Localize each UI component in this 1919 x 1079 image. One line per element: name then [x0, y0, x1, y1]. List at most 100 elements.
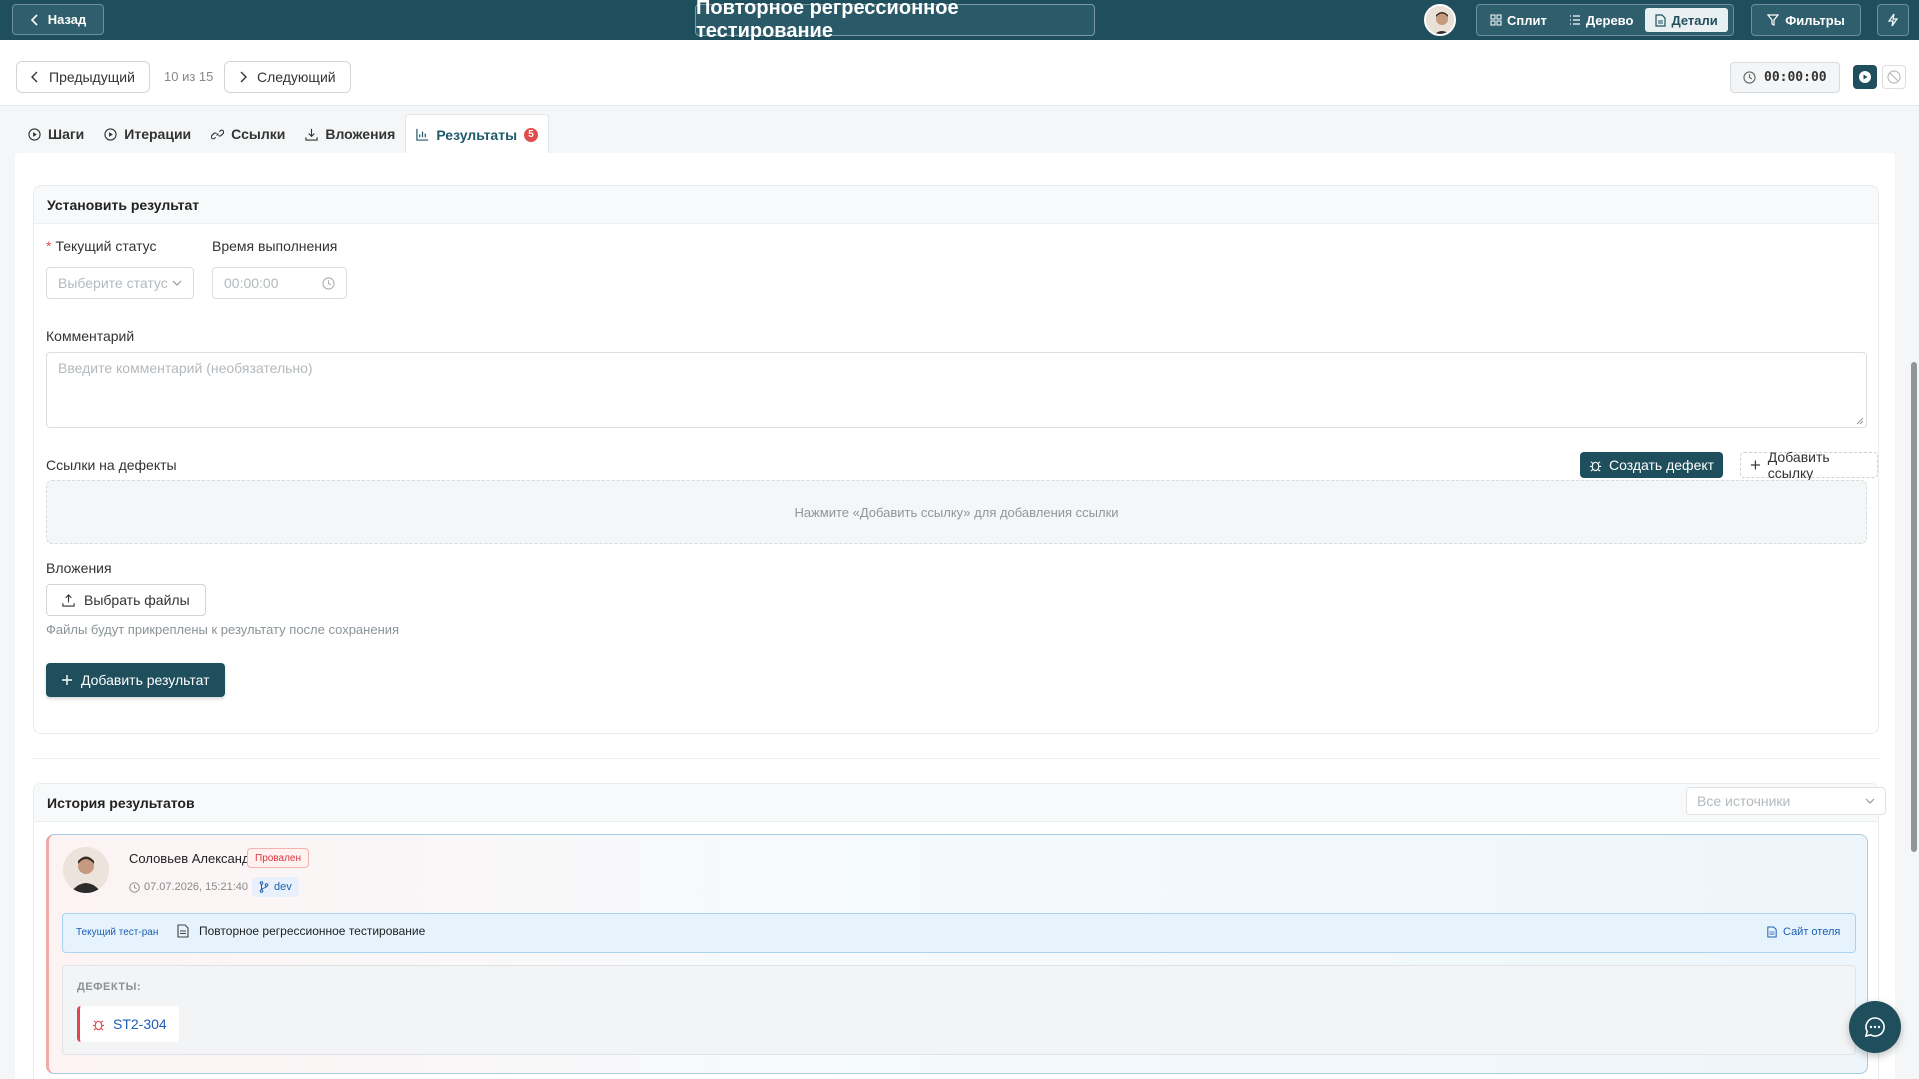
- status-badge: Провален: [247, 848, 309, 868]
- execution-time-input[interactable]: 00:00:00: [212, 267, 347, 299]
- testrun-row[interactable]: Текущий тест-ран Повторное регрессионное…: [62, 913, 1856, 953]
- status-select[interactable]: Выберите статус: [46, 267, 194, 299]
- view-details-button[interactable]: Детали: [1645, 8, 1728, 32]
- page-title: Повторное регрессионное тестирование: [695, 0, 1095, 42]
- plus-icon: [1750, 460, 1760, 470]
- back-button[interactable]: Назад: [12, 4, 104, 35]
- start-timer-button[interactable]: [1853, 65, 1877, 89]
- status-label-text: Текущий статус: [55, 238, 157, 254]
- avatar[interactable]: [1424, 4, 1456, 36]
- status-placeholder: Выберите статус: [58, 275, 168, 291]
- stop-timer-button[interactable]: [1882, 65, 1906, 89]
- grid-icon: [1490, 14, 1502, 26]
- tab-links[interactable]: Ссылки: [201, 114, 295, 154]
- set-result-title: Установить результат: [34, 186, 1878, 224]
- time-placeholder: 00:00:00: [224, 275, 279, 291]
- history-card: История результатов Все источники Соловь…: [33, 783, 1886, 1079]
- filter-icon: [1767, 14, 1780, 26]
- attachments-label: Вложения: [46, 560, 112, 576]
- tab-iterations[interactable]: Итерации: [94, 114, 201, 154]
- add-link-label: Добавить ссылку: [1767, 449, 1830, 481]
- defect-link[interactable]: ST2-304: [77, 1006, 179, 1042]
- user-avatar-image: [1426, 6, 1454, 34]
- tab-links-label: Ссылки: [231, 126, 286, 142]
- tab-results-label: Результаты: [436, 126, 518, 143]
- filters-label: Фильтры: [1785, 12, 1845, 28]
- bug-icon: [1589, 460, 1602, 471]
- top-bar: Назад Повторное регрессионное тестирован…: [0, 0, 1919, 42]
- add-result-button[interactable]: Добавить результат: [46, 663, 225, 697]
- chevron-left-icon: [30, 13, 38, 26]
- testrun-label: Текущий тест-ран: [76, 927, 159, 938]
- add-result-label: Добавить результат: [81, 672, 210, 688]
- stop-icon: [1887, 70, 1901, 84]
- defects-title: ДЕФЕКТЫ:: [77, 981, 142, 993]
- add-link-button[interactable]: Добавить ссылку: [1740, 449, 1878, 481]
- sources-filter-select[interactable]: Все источники: [1686, 787, 1886, 815]
- tab-results[interactable]: Результаты 5: [405, 114, 550, 154]
- timer-value: 00:00:00: [1764, 70, 1827, 85]
- document-icon: [177, 924, 189, 938]
- download-icon: [305, 128, 318, 141]
- tab-attachments[interactable]: Вложения: [295, 114, 405, 154]
- page-scrollbar[interactable]: [1911, 362, 1917, 852]
- next-label: Следующий: [257, 69, 336, 85]
- play-icon: [1859, 71, 1871, 83]
- bar-chart-icon: [416, 128, 429, 141]
- view-split-button[interactable]: Сплит: [1480, 8, 1557, 32]
- branch-name: dev: [274, 881, 292, 893]
- defect-links-label: Ссылки на дефекты: [46, 457, 177, 473]
- clock-icon: [322, 276, 335, 290]
- history-entry: Соловьев Александр Провален 07.07.2026, …: [46, 834, 1868, 1074]
- timer-display: 00:00:00: [1730, 62, 1840, 93]
- set-result-card: Установить результат * Текущий статус Выб…: [33, 185, 1879, 734]
- status-label: * Текущий статус: [46, 238, 156, 254]
- results-count-badge: 5: [524, 127, 539, 142]
- required-mark: *: [46, 238, 52, 254]
- testrun-name-text: Повторное регрессионное тестирование: [199, 924, 426, 938]
- sources-placeholder: Все источники: [1697, 793, 1791, 809]
- view-tree-label: Дерево: [1585, 12, 1634, 28]
- next-button[interactable]: Следующий: [224, 61, 351, 93]
- chat-icon: [1864, 1017, 1885, 1038]
- project-name: Сайт отеля: [1783, 926, 1841, 938]
- chevron-down-icon: [1865, 798, 1875, 804]
- choose-files-button[interactable]: Выбрать файлы: [46, 584, 206, 616]
- choose-files-label: Выбрать файлы: [84, 592, 190, 608]
- quick-action-button[interactable]: [1877, 4, 1909, 36]
- tab-steps[interactable]: Шаги: [18, 114, 94, 154]
- clock-icon: [1743, 71, 1756, 84]
- back-label: Назад: [47, 12, 87, 27]
- filters-button[interactable]: Фильтры: [1751, 4, 1861, 36]
- git-branch-icon: [259, 881, 269, 893]
- tab-iterations-label: Итерации: [124, 126, 192, 142]
- comment-label: Комментарий: [46, 328, 135, 344]
- play-circle-icon: [104, 127, 117, 141]
- project-link[interactable]: Сайт отеля: [1767, 926, 1840, 938]
- create-defect-label: Создать дефект: [1609, 457, 1715, 473]
- position-counter: 10 из 15: [164, 69, 214, 84]
- list-icon: [1569, 15, 1580, 25]
- plus-icon: [62, 675, 72, 685]
- result-timestamp: 07.07.2026, 15:21:40: [129, 881, 248, 893]
- user-avatar-image: [63, 847, 109, 893]
- previous-button[interactable]: Предыдущий: [16, 61, 150, 93]
- history-title: История результатов: [34, 784, 1878, 822]
- chat-button[interactable]: [1849, 1001, 1901, 1053]
- document-icon: [1767, 926, 1777, 938]
- chevron-left-icon: [31, 71, 38, 83]
- defects-box: ДЕФЕКТЫ: ST2-304: [62, 965, 1856, 1055]
- branch-tag: dev: [252, 877, 299, 897]
- view-switcher: Сплит Дерево Детали: [1476, 4, 1734, 36]
- view-tree-button[interactable]: Дерево: [1559, 8, 1644, 32]
- view-split-label: Сплит: [1507, 12, 1547, 28]
- chevron-down-icon: [172, 280, 182, 286]
- defect-id: ST2-304: [113, 1016, 167, 1032]
- clock-icon: [129, 881, 140, 893]
- create-defect-button[interactable]: Создать дефект: [1580, 452, 1724, 478]
- tab-steps-label: Шаги: [48, 126, 85, 142]
- timestamp-text: 07.07.2026, 15:21:40: [144, 881, 248, 893]
- resize-handle-icon[interactable]: [1856, 417, 1864, 425]
- document-icon: [1655, 13, 1667, 27]
- comment-textarea[interactable]: Введите комментарий (необязательно): [46, 352, 1867, 428]
